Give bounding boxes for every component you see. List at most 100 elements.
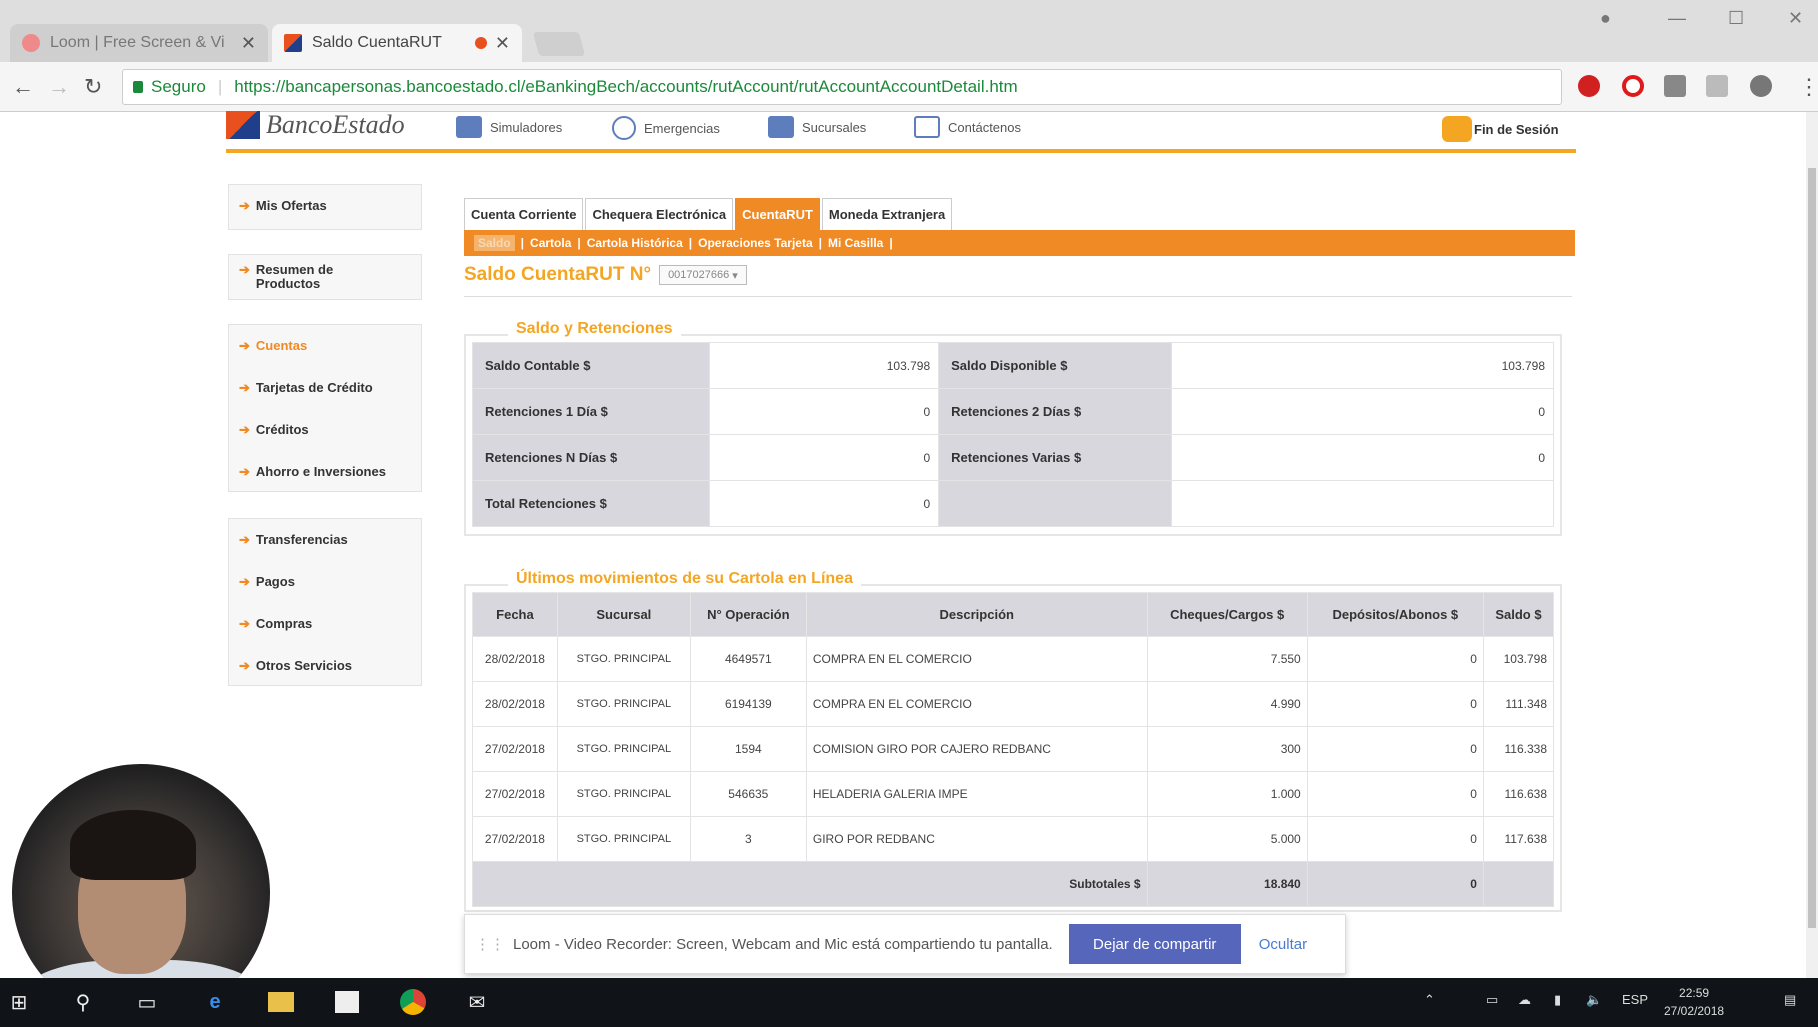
subtab-operaciones-tarjeta[interactable]: Operaciones Tarjeta [698,236,813,250]
tab-cuenta-corriente[interactable]: Cuenta Corriente [464,198,584,230]
sidebar-item-cuentas[interactable]: ➔ Cuentas [229,325,421,367]
bancoestado-logo[interactable]: BancoEstado [226,110,405,140]
close-window-icon[interactable]: ✕ [1788,8,1803,29]
sidebar-item-resumen[interactable]: ➔ Resumen de Productos [229,255,421,297]
saldo-row: Retenciones 1 Día $0 Retenciones 2 Días $… [471,388,1554,435]
arrow-icon: ➔ [239,464,250,479]
table-row: 28/02/2018 STGO. PRINCIPAL 4649571 COMPRA E… [472,636,1555,682]
clock-time: 22:59 [1679,986,1710,1000]
subtab-mi-casilla[interactable]: Mi Casilla [828,236,883,250]
windows-start-icon[interactable]: ⊞ [4,988,34,1016]
maximize-icon[interactable]: ☐ [1728,8,1744,29]
clock[interactable]: 22:59 27/02/2018 [1664,984,1724,1020]
language-indicator[interactable]: ESP [1622,992,1648,1007]
topnav-simuladores[interactable]: Simuladores [456,116,562,138]
sidebar-item-otros-servicios[interactable]: ➔ Otros Servicios [229,645,421,687]
tray-chevron-icon[interactable]: ⌃ [1424,992,1435,1008]
topnav-contactenos[interactable]: Contáctenos [914,116,1021,138]
network-icon[interactable]: ▮ [1554,992,1561,1008]
cell-sucursal: STGO. PRINCIPAL [556,636,691,682]
address-bar[interactable]: Seguro | https://bancapersonas.bancoesta… [122,69,1562,105]
hide-button[interactable]: Ocultar [1259,936,1307,953]
tab-cuentarut[interactable]: CuentaRUT [735,198,820,230]
minimize-icon[interactable]: — [1668,8,1686,29]
task-view-icon[interactable]: ▭ [132,988,162,1016]
browser-tab-loom[interactable]: Loom | Free Screen & Vi ✕ [10,24,268,62]
scrollbar-thumb[interactable] [1808,168,1816,928]
cell-cargo: 7.550 [1146,636,1308,682]
table-row: 27/02/2018 STGO. PRINCIPAL 546635 HELADERIA… [472,771,1555,817]
sidebar-item-tarjetas[interactable]: ➔ Tarjetas de Crédito [229,367,421,409]
reload-icon[interactable]: ↻ [84,74,102,100]
subtotal-cargos: 18.840 [1146,861,1308,907]
tab-moneda-extranjera[interactable]: Moneda Extranjera [821,198,953,230]
url-text: https://bancapersonas.bancoestado.cl/eBa… [234,77,1018,96]
sidebar-item-transferencias[interactable]: ➔ Transferencias [229,519,421,561]
adblock-icon[interactable] [1578,75,1600,97]
cell-desc: HELADERIA GALERIA IMPE [805,771,1148,817]
cell-fecha: 27/02/2018 [472,771,558,817]
close-tab-icon[interactable]: ✕ [495,33,510,54]
search-icon[interactable]: ⚲ [68,988,98,1016]
cell-op: 1594 [689,726,807,772]
sidebar-item-ahorro[interactable]: ➔ Ahorro e Inversiones [229,451,421,493]
sidebar-item-pagos[interactable]: ➔ Pagos [229,561,421,603]
cell-desc: COMPRA EN EL COMERCIO [805,636,1148,682]
new-tab-button[interactable] [532,32,586,56]
column-header: Fecha [472,592,558,637]
loom-sharing-bar: ⋮⋮ Loom - Video Recorder: Screen, Webcam… [464,914,1346,974]
volume-icon[interactable]: 🔈 [1586,992,1602,1008]
column-header: Saldo $ [1482,592,1555,637]
extension-icon[interactable] [1706,75,1728,97]
subtab-cartola-historica[interactable]: Cartola Histórica [587,236,683,250]
sidebar-group-resumen: ➔ Resumen de Productos [228,254,422,300]
cell-saldo: 111.348 [1482,681,1555,727]
saldo-label: Saldo Disponible $ [938,342,1173,389]
opera-icon[interactable] [1622,75,1644,97]
forward-icon[interactable]: → [48,74,70,100]
topnav-emergencias[interactable]: Emergencias [612,116,720,140]
cell-op: 4649571 [689,636,807,682]
camera-extension-icon[interactable] [1664,75,1686,97]
saldo-value: 103.798 [709,342,940,389]
subtab-saldo[interactable]: Saldo [474,235,515,251]
cell-saldo: 116.638 [1482,771,1555,817]
close-tab-icon[interactable]: ✕ [241,33,256,54]
cell-sucursal: STGO. PRINCIPAL [556,726,691,772]
chrome-icon[interactable] [398,988,428,1016]
cell-saldo: 103.798 [1482,636,1555,682]
arrow-icon: ➔ [239,198,250,213]
table-row: 27/02/2018 STGO. PRINCIPAL 3 GIRO POR REDBA… [472,816,1555,862]
sidebar-item-compras[interactable]: ➔ Compras [229,603,421,645]
cell-desc: COMISION GIRO POR CAJERO REDBANC [805,726,1148,772]
cloud-icon[interactable]: ☁ [1518,992,1531,1008]
stop-sharing-button[interactable]: Dejar de compartir [1068,924,1241,964]
subtotal-abonos: 0 [1306,861,1484,907]
title-divider [464,296,1572,297]
profile-icon[interactable]: ● [1600,8,1611,29]
back-icon[interactable]: ← [12,74,34,100]
notifications-icon[interactable]: ▤ [1784,992,1796,1008]
sidebar-item-mis-ofertas[interactable]: ➔ Mis Ofertas [229,185,421,227]
logout-button[interactable]: Fin de Sesión [1442,116,1559,142]
tab-chequera-electronica[interactable]: Chequera Electrónica [585,198,734,230]
browser-tab-saldo[interactable]: Saldo CuentaRUT ✕ [272,24,522,62]
account-select[interactable]: 0017027666 ▾ [659,265,747,285]
saldo-label: Retenciones 1 Día $ [471,388,711,435]
clock-date: 27/02/2018 [1664,1004,1725,1018]
store-icon[interactable] [332,988,362,1016]
menu-icon[interactable]: ⋮ [1798,74,1818,100]
page-scrollbar[interactable] [1806,112,1818,978]
file-explorer-icon[interactable] [266,988,296,1016]
mail-app-icon[interactable]: ✉ [462,988,492,1016]
sidebar-group-servicios: ➔ Transferencias ➔ Pagos ➔ Compras ➔ Otros S… [228,518,422,686]
sidebar-item-creditos[interactable]: ➔ Créditos [229,409,421,451]
edge-icon[interactable]: e [200,988,230,1016]
cell-cargo: 1.000 [1146,771,1308,817]
subtab-cartola[interactable]: Cartola [530,236,571,250]
subtotal-label: Subtotales $ [472,861,1148,907]
drag-handle-icon[interactable]: ⋮⋮ [475,935,505,953]
topnav-sucursales[interactable]: Sucursales [768,116,866,138]
loom-extension-icon[interactable] [1750,75,1772,97]
battery-icon[interactable]: ▭ [1486,992,1498,1008]
